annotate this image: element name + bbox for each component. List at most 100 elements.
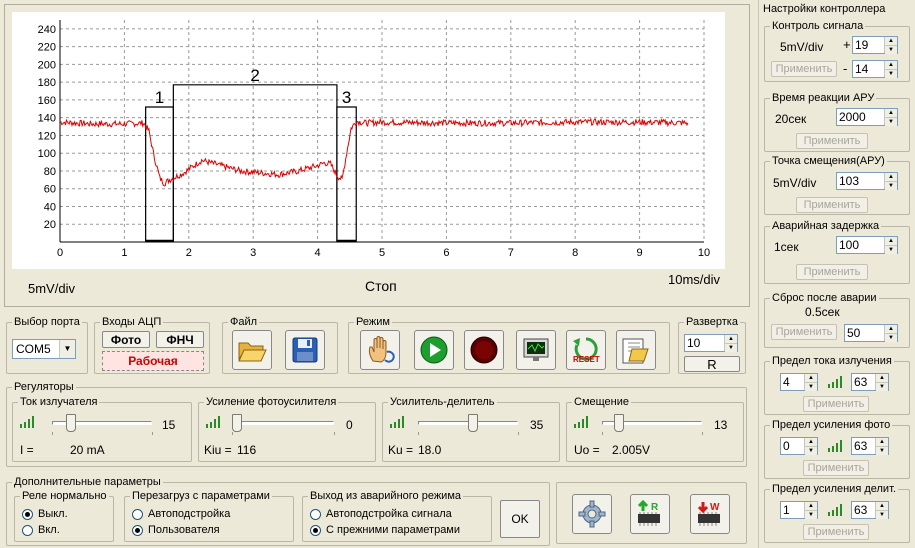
arrow-up-icon[interactable]: ▲ [885, 61, 897, 69]
folder-tools-button[interactable] [616, 330, 656, 370]
run-status: Стоп [365, 278, 397, 294]
manual-mode-button[interactable] [360, 330, 400, 370]
settings-title: Настройки контроллера [763, 3, 886, 15]
signal-apply-button[interactable]: Применить [771, 61, 837, 77]
arrow-down-icon[interactable]: ▼ [885, 181, 897, 190]
regulator-tick [602, 432, 603, 435]
sweep-r-button[interactable]: R [684, 356, 740, 372]
arrow-down-icon[interactable]: ▼ [725, 343, 737, 352]
relay-off-radio[interactable] [22, 509, 33, 520]
port-select[interactable]: COM5 ▼ [12, 339, 76, 359]
signal-minus: - [843, 61, 848, 76]
arrow-down-icon[interactable]: ▼ [876, 382, 888, 391]
floppy-disk-icon [292, 337, 318, 363]
arrow-up-icon[interactable]: ▲ [805, 438, 817, 446]
reset-button[interactable]: RESET [566, 330, 606, 370]
signal-strength-icon [828, 376, 842, 388]
arrow-down-icon[interactable]: ▼ [885, 45, 897, 54]
y-tick-label: 120 [38, 130, 56, 142]
regulator-thumb[interactable] [614, 414, 624, 432]
arrow-up-icon[interactable]: ▲ [885, 109, 897, 117]
signal-chart: 1 2 3 0 1 2 3 4 5 6 7 8 9 10 20 40 60 80 100 120 140 160 180 2… [12, 12, 725, 269]
arrow-up-icon[interactable]: ▲ [885, 237, 897, 245]
offset-point-label: 5mV/div [773, 176, 817, 190]
arrow-down-icon[interactable]: ▼ [805, 382, 817, 391]
open-file-button[interactable] [232, 330, 272, 370]
relay-off-label: Выкл. [38, 508, 68, 520]
limit-max-stepper[interactable]: 63 ▲ ▼ [851, 437, 889, 455]
arrow-down-icon[interactable]: ▼ [876, 446, 888, 455]
sweep-stepper[interactable]: 10 ▲ ▼ [684, 334, 738, 352]
settings-button[interactable] [572, 494, 612, 534]
reload-auto-radio[interactable] [132, 509, 143, 520]
offset-point-apply-button[interactable]: Применить [796, 197, 868, 213]
offset-point-stepper[interactable]: 103 ▲ ▼ [836, 172, 898, 190]
chevron-down-icon[interactable]: ▼ [59, 340, 75, 358]
exit-prev-radio[interactable] [310, 525, 321, 536]
adc-state: Рабочая [102, 351, 204, 371]
mode-legend: Режим [356, 316, 390, 328]
stop-button[interactable] [464, 330, 504, 370]
arrow-up-icon[interactable]: ▲ [876, 374, 888, 382]
limit-min-stepper[interactable]: 1 ▲ ▼ [780, 501, 818, 519]
reload-user-radio[interactable] [132, 525, 143, 536]
arrow-up-icon[interactable]: ▲ [885, 325, 897, 333]
monitor-button[interactable] [516, 330, 556, 370]
arrow-down-icon[interactable]: ▼ [876, 510, 888, 519]
arrow-up-icon[interactable]: ▲ [885, 173, 897, 181]
arrow-up-icon[interactable]: ▲ [725, 335, 737, 343]
x-tick-label: 5 [379, 247, 385, 259]
limit-max-stepper[interactable]: 63 ▲ ▼ [851, 501, 889, 519]
limit-apply-button[interactable]: Применить [803, 460, 869, 476]
lpf-button[interactable]: ФНЧ [156, 331, 204, 348]
regulator-thumb[interactable] [468, 414, 478, 432]
reset-after-stepper[interactable]: 50 ▲ ▼ [844, 324, 898, 342]
limit-max-stepper[interactable]: 63 ▲ ▼ [851, 373, 889, 391]
limit-apply-button[interactable]: Применить [803, 396, 869, 412]
arrow-up-icon[interactable]: ▲ [876, 438, 888, 446]
photo-button[interactable]: Фото [102, 331, 150, 348]
agc-time-stepper[interactable]: 2000 ▲ ▼ [836, 108, 898, 126]
arrow-up-icon[interactable]: ▲ [876, 502, 888, 510]
arrow-up-icon[interactable]: ▲ [805, 502, 817, 510]
limit-min-stepper[interactable]: 0 ▲ ▼ [780, 437, 818, 455]
save-file-button[interactable] [285, 330, 325, 370]
record-icon [470, 336, 498, 364]
regulator-sub-label: Ku = [388, 443, 414, 457]
reset-after-apply-button[interactable]: Применить [771, 324, 837, 340]
regulator-thumb[interactable] [232, 414, 242, 432]
arrow-up-icon[interactable]: ▲ [885, 37, 897, 45]
exit-prev-label: С прежними параметрами [326, 524, 461, 536]
exit-auto-radio[interactable] [310, 509, 321, 520]
signal-strength-icon [206, 416, 220, 428]
arrow-down-icon[interactable]: ▼ [885, 69, 897, 78]
y-tick-label: 160 [38, 95, 56, 107]
signal-lower-stepper[interactable]: 14 ▲ ▼ [852, 60, 898, 78]
arrow-down-icon[interactable]: ▼ [885, 333, 897, 342]
limit-min-stepper[interactable]: 4 ▲ ▼ [780, 373, 818, 391]
arrow-down-icon[interactable]: ▼ [885, 245, 897, 254]
agc-time-apply-button[interactable]: Применить [796, 133, 868, 149]
read-chip-button[interactable]: R [630, 494, 670, 534]
agc-time-label: 20сек [775, 112, 807, 126]
limit-max-stepper-value: 63 [854, 439, 868, 453]
alarm-delay-apply-button[interactable]: Применить [796, 264, 868, 280]
arrow-down-icon[interactable]: ▼ [805, 510, 817, 519]
extra-legend: Дополнительные параметры [14, 476, 161, 488]
relay-on-radio[interactable] [22, 525, 33, 536]
limit-apply-button[interactable]: Применить [803, 524, 869, 540]
arrow-down-icon[interactable]: ▼ [885, 117, 897, 126]
alarm-delay-stepper[interactable]: 100 ▲ ▼ [836, 236, 898, 254]
tscale-label: 10ms/div [668, 272, 721, 287]
start-button[interactable] [414, 330, 454, 370]
regulator-tick [52, 432, 53, 435]
alarm-delay-legend: Аварийная задержка [772, 220, 880, 232]
arrow-up-icon[interactable]: ▲ [805, 374, 817, 382]
arrow-down-icon[interactable]: ▼ [805, 446, 817, 455]
ok-button[interactable]: OK [500, 500, 540, 538]
signal-upper-value: 19 [855, 38, 869, 52]
signal-upper-stepper[interactable]: 19 ▲ ▼ [852, 36, 898, 54]
regulator-thumb[interactable] [66, 414, 76, 432]
write-chip-button[interactable]: W [690, 494, 730, 534]
adc-legend: Входы АЦП [102, 316, 162, 328]
